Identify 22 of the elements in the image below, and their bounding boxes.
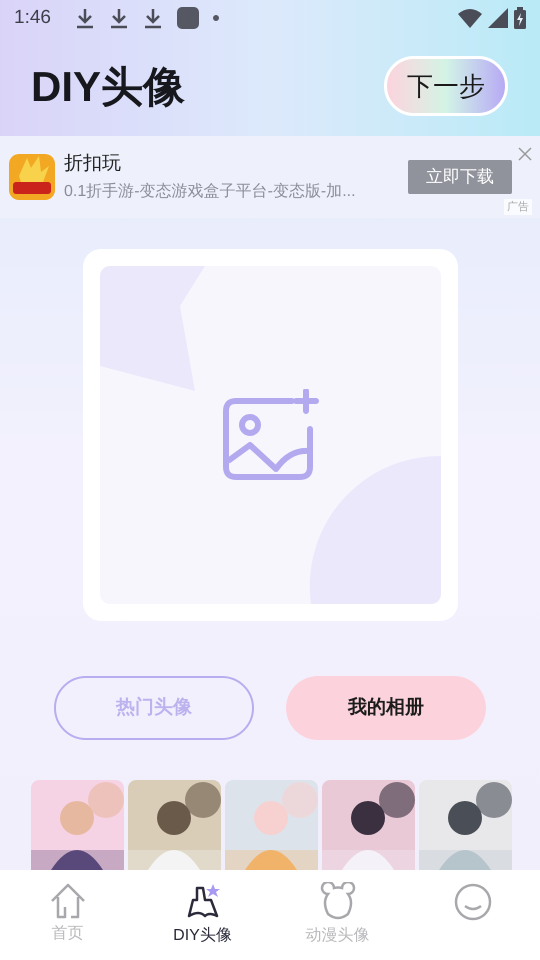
status-time: 1:46 [14, 6, 51, 30]
download-icon [142, 7, 163, 29]
close-icon[interactable] [518, 147, 532, 161]
tab-button[interactable]: 我的相册 [286, 676, 486, 740]
nav-tab[interactable]: DIY头像 [135, 870, 270, 960]
more-notifications-icon [212, 15, 219, 21]
home-icon [48, 882, 86, 920]
page-title: DIY头像 [31, 62, 186, 112]
download-icon [108, 7, 129, 29]
download-icon [74, 7, 95, 29]
wifi-icon [458, 8, 482, 28]
signal-icon [488, 8, 508, 28]
add-image-icon[interactable] [220, 389, 320, 481]
ad-description: 0.1折手游-变态游戏盒子平台-变态版-加... [64, 182, 357, 202]
next-step-button[interactable]: 下一步 [384, 56, 508, 116]
app-notification-icon [176, 7, 199, 29]
game-app-icon [9, 154, 55, 200]
ad-label: 广告 [504, 198, 532, 215]
smiley-icon [452, 882, 492, 922]
ad-banner[interactable]: 折扣玩 0.1折手游-变态游戏盒子平台-变态版-加... 立即下载 广告 [0, 136, 540, 218]
battery-icon [514, 7, 526, 29]
ad-app-name: 折扣玩 [64, 152, 122, 176]
